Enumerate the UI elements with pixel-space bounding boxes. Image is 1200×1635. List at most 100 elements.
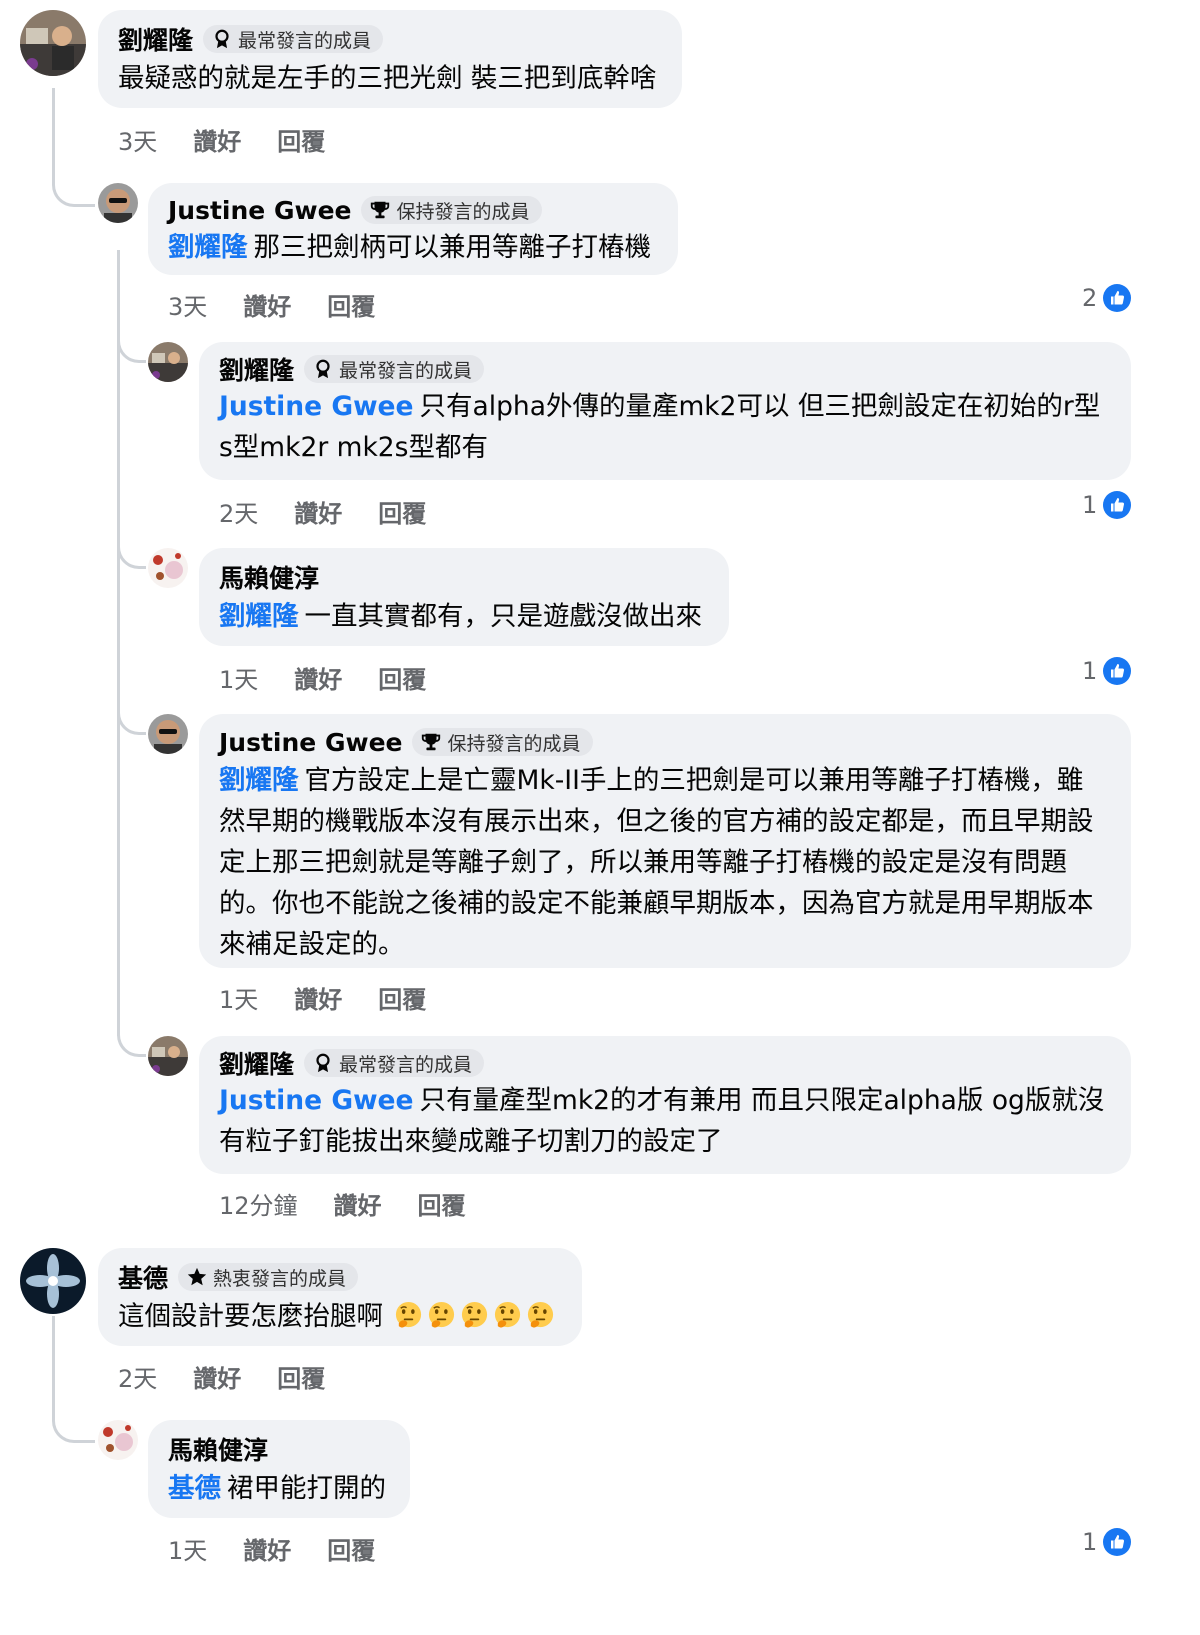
- like-button[interactable]: 讚好: [334, 1186, 382, 1221]
- thread-connector: [52, 88, 95, 207]
- comment-actions: 1天 讚好 回覆: [168, 1530, 411, 1566]
- reply-button[interactable]: 回覆: [277, 1359, 325, 1394]
- reply-button[interactable]: 回覆: [378, 980, 426, 1015]
- award-ribbon-icon: [312, 358, 334, 380]
- thinking-face-icon: [459, 1300, 490, 1331]
- like-button[interactable]: 讚好: [243, 1531, 291, 1566]
- avatar[interactable]: [98, 1420, 138, 1460]
- mention-link[interactable]: 劉耀隆: [219, 765, 299, 796]
- award-ribbon-icon: [312, 1052, 334, 1074]
- comment-time[interactable]: 2天: [219, 494, 258, 529]
- badge-label: 保持發言的成員: [396, 200, 530, 223]
- author-name[interactable]: Justine Gwee: [168, 196, 351, 225]
- author-name[interactable]: Justine Gwee: [219, 728, 402, 757]
- mention-link[interactable]: Justine Gwee: [219, 1085, 414, 1116]
- member-badge[interactable]: 最常發言的成員: [304, 1049, 485, 1077]
- like-count: 1: [1082, 491, 1098, 519]
- mention-link[interactable]: 劉耀隆: [219, 601, 299, 632]
- comment-text: 最疑惑的就是左手的三把光劍 裝三把到底幹啥: [118, 63, 657, 94]
- like-icon: [1103, 1528, 1131, 1556]
- comment-text: 一直其實都有，只是遊戲沒做出來: [304, 601, 703, 632]
- trophy-icon: [420, 731, 442, 753]
- author-name[interactable]: 劉耀隆: [219, 351, 294, 387]
- author-name[interactable]: 劉耀隆: [118, 21, 193, 57]
- like-count: 1: [1082, 657, 1098, 685]
- like-button[interactable]: 讚好: [294, 494, 342, 529]
- like-count: 1: [1082, 1528, 1098, 1556]
- reaction-count[interactable]: 1: [1082, 655, 1131, 687]
- mention-link[interactable]: Justine Gwee: [219, 391, 414, 422]
- thread-connector: [117, 524, 146, 569]
- comment-time[interactable]: 12分鐘: [219, 1186, 298, 1221]
- thinking-face-icon: [492, 1300, 523, 1331]
- reaction-count[interactable]: 2: [1082, 282, 1131, 314]
- avatar[interactable]: [148, 1036, 188, 1076]
- like-button[interactable]: 讚好: [294, 980, 342, 1015]
- avatar[interactable]: [20, 1248, 86, 1314]
- comment-bubble: 劉耀隆 最常發言的成員 Justine Gwee 只有alpha外傳的量產mk2可…: [199, 342, 1131, 480]
- comment-time[interactable]: 1天: [219, 980, 258, 1015]
- thread-connector: [117, 690, 146, 735]
- comment-bubble: Justine Gwee 保持發言的成員 劉耀隆 官方設定上是亡靈Mk-II手上的…: [199, 714, 1131, 968]
- like-icon: [1103, 657, 1131, 685]
- member-badge[interactable]: 保持發言的成員: [412, 728, 593, 756]
- comment-bubble: 馬賴健淳 劉耀隆 一直其實都有，只是遊戲沒做出來: [199, 548, 729, 646]
- comment-time[interactable]: 1天: [219, 660, 258, 695]
- comment-actions: 12分鐘 讚好 回覆: [219, 1185, 502, 1221]
- thread-connector: [52, 1316, 95, 1443]
- comment-text: 官方設定上是亡靈Mk-II手上的三把劍是可以兼用等離子打樁機，雖然早期的機戰版本…: [219, 765, 1094, 960]
- author-name[interactable]: 基德: [118, 1259, 168, 1295]
- comment-actions: 1天 讚好 回覆: [219, 659, 462, 695]
- like-button[interactable]: 讚好: [193, 122, 241, 157]
- avatar[interactable]: [20, 10, 86, 76]
- mention-link[interactable]: 基德: [168, 1473, 221, 1504]
- comment-bubble: 劉耀隆 最常發言的成員 最疑惑的就是左手的三把光劍 裝三把到底幹啥: [98, 10, 682, 108]
- member-badge[interactable]: 最常發言的成員: [304, 355, 485, 383]
- avatar[interactable]: [148, 548, 188, 588]
- reaction-count[interactable]: 1: [1082, 489, 1131, 521]
- avatar[interactable]: [148, 714, 188, 754]
- comment-text: 那三把劍柄可以兼用等離子打樁機: [253, 232, 652, 263]
- badge-label: 最常發言的成員: [238, 29, 372, 52]
- comment-actions: 1天 讚好 回覆: [219, 979, 462, 1015]
- badge-label: 最常發言的成員: [339, 1053, 473, 1076]
- like-icon: [1103, 491, 1131, 519]
- thread-connector: [117, 1012, 146, 1057]
- comment-actions: 2天 讚好 回覆: [219, 493, 462, 529]
- comment-time[interactable]: 3天: [118, 122, 157, 157]
- comment-bubble: 基德 熱衷發言的成員 這個設計要怎麼抬腿啊: [98, 1248, 582, 1346]
- comment-bubble: 馬賴健淳 基德 裙甲能打開的: [148, 1420, 410, 1518]
- thinking-face-icon: [525, 1300, 556, 1331]
- author-name[interactable]: 劉耀隆: [219, 1045, 294, 1081]
- avatar[interactable]: [148, 342, 188, 382]
- like-button[interactable]: 讚好: [243, 287, 291, 322]
- reply-button[interactable]: 回覆: [327, 287, 375, 322]
- reply-button[interactable]: 回覆: [378, 494, 426, 529]
- badge-label: 保持發言的成員: [447, 732, 581, 755]
- comment-actions: 3天 讚好 回覆: [118, 121, 361, 157]
- member-badge[interactable]: 保持發言的成員: [361, 196, 542, 224]
- author-name[interactable]: 馬賴健淳: [168, 1431, 268, 1467]
- reaction-count[interactable]: 1: [1082, 1526, 1131, 1558]
- star-icon: [186, 1266, 208, 1288]
- author-name[interactable]: 馬賴健淳: [219, 559, 319, 595]
- reply-button[interactable]: 回覆: [418, 1186, 466, 1221]
- reply-button[interactable]: 回覆: [327, 1531, 375, 1566]
- member-badge[interactable]: 熱衷發言的成員: [178, 1263, 359, 1291]
- reply-button[interactable]: 回覆: [378, 660, 426, 695]
- award-ribbon-icon: [211, 28, 233, 50]
- member-badge[interactable]: 最常發言的成員: [203, 25, 384, 53]
- comment-time[interactable]: 2天: [118, 1359, 157, 1394]
- mention-link[interactable]: 劉耀隆: [168, 232, 248, 263]
- comment-time[interactable]: 1天: [168, 1531, 207, 1566]
- comment-time[interactable]: 3天: [168, 287, 207, 322]
- reply-button[interactable]: 回覆: [277, 122, 325, 157]
- like-count: 2: [1082, 284, 1098, 312]
- comment-actions: 3天 讚好 回覆: [168, 286, 411, 322]
- like-button[interactable]: 讚好: [294, 660, 342, 695]
- avatar[interactable]: [98, 183, 138, 223]
- thinking-face-icon: [393, 1300, 424, 1331]
- thinking-face-icon: [426, 1300, 457, 1331]
- like-button[interactable]: 讚好: [193, 1359, 241, 1394]
- comment-bubble: 劉耀隆 最常發言的成員 Justine Gwee 只有量產型mk2的才有兼用 而且…: [199, 1036, 1131, 1174]
